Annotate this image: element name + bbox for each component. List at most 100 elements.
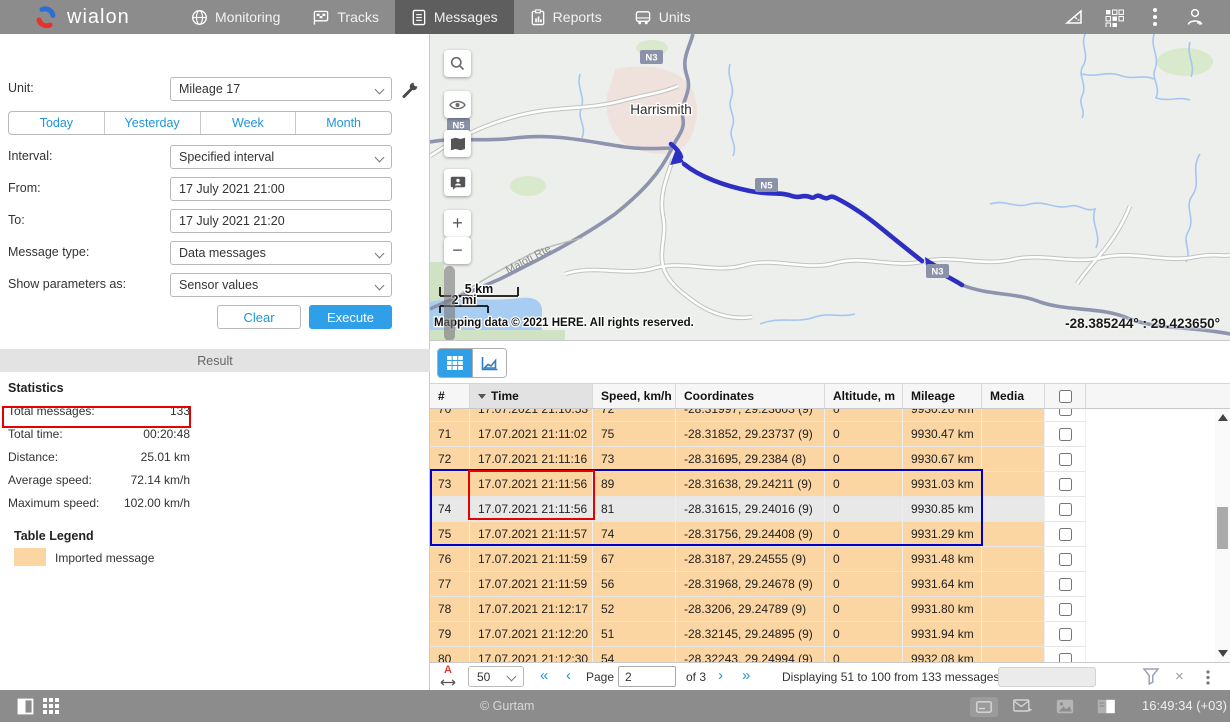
tab-tracks[interactable]: Tracks [296, 0, 394, 34]
clear-filter-icon[interactable]: × [1175, 668, 1184, 685]
wialon-logo[interactable]: wialon [0, 0, 175, 34]
table-row[interactable]: 7817.07.2021 21:12:1752-28.3206, 29.2478… [430, 597, 1086, 622]
reading-panel-icon[interactable] [1095, 697, 1117, 715]
show-params-select[interactable]: Sensor values [170, 273, 392, 297]
table-row[interactable]: 7017.07.2021 21:10:5372-28.31997, 29.236… [430, 409, 1086, 422]
row-checkbox[interactable] [1059, 603, 1072, 616]
tab-messages[interactable]: Messages [395, 0, 514, 34]
row-checkbox[interactable] [1059, 653, 1072, 663]
page-number-input[interactable] [618, 666, 676, 687]
week-button[interactable]: Week [201, 112, 297, 134]
yesterday-button[interactable]: Yesterday [105, 112, 201, 134]
row-checkbox[interactable] [1059, 453, 1072, 466]
row-checkbox[interactable] [1059, 478, 1072, 491]
from-input[interactable] [170, 177, 392, 201]
funnel-icon[interactable] [1142, 667, 1160, 686]
cell-time: 17.07.2021 21:11:57 [470, 522, 593, 547]
cell-alt: 0 [825, 522, 903, 547]
col-speed[interactable]: Speed, km/h [593, 384, 676, 408]
col-mileage[interactable]: Mileage [903, 384, 982, 408]
column-width-icon[interactable]: A [440, 665, 456, 689]
table-row[interactable]: 8017.07.2021 21:12:3054-28.32243, 29.249… [430, 647, 1086, 662]
kebab-menu-icon[interactable] [1142, 4, 1168, 30]
interval-select[interactable]: Specified interval [170, 145, 392, 169]
table-row[interactable]: 7417.07.2021 21:11:5681-28.31615, 29.240… [430, 497, 1086, 522]
chevron-down-icon [507, 672, 517, 682]
map-streetview-button[interactable] [444, 169, 471, 196]
imported-message-swatch [14, 548, 46, 566]
user-icon[interactable] [1182, 4, 1208, 30]
next-page-button[interactable]: › [718, 667, 723, 684]
cell-num: 71 [430, 422, 470, 447]
row-checkbox[interactable] [1059, 503, 1072, 516]
map-search-button[interactable] [444, 50, 471, 77]
month-button[interactable]: Month [296, 112, 391, 134]
row-checkbox[interactable] [1059, 428, 1072, 441]
row-checkbox[interactable] [1059, 578, 1072, 591]
apps-grid-icon[interactable] [1102, 4, 1128, 30]
grid-view-button[interactable] [438, 349, 472, 377]
more-options-icon[interactable] [1206, 670, 1210, 685]
table-row[interactable]: 7917.07.2021 21:12:2051-28.32145, 29.248… [430, 622, 1086, 647]
table-row[interactable]: 7517.07.2021 21:11:5774-28.31756, 29.244… [430, 522, 1086, 547]
row-checkbox[interactable] [1059, 628, 1072, 641]
wrench-icon[interactable] [401, 81, 420, 99]
row-checkbox[interactable] [1059, 553, 1072, 566]
chat-icon[interactable] [970, 697, 998, 717]
clear-button[interactable]: Clear [217, 305, 301, 329]
col-time[interactable]: Time [470, 384, 593, 408]
col-media[interactable]: Media [982, 384, 1045, 408]
table-row[interactable]: 7617.07.2021 21:11:5967-28.3187, 29.2455… [430, 547, 1086, 572]
table-row[interactable]: 7117.07.2021 21:11:0275-28.31852, 29.237… [430, 422, 1086, 447]
cell-coords: -28.31968, 29.24678 (9) [676, 572, 825, 597]
unit-select[interactable]: Mileage 17 [170, 77, 392, 101]
table-row[interactable]: 7317.07.2021 21:11:5689-28.31638, 29.242… [430, 472, 1086, 497]
scrollbar-thumb[interactable] [1217, 507, 1228, 549]
messages-sidebar: Unit: Mileage 17 Today Yesterday Week Mo… [0, 34, 430, 690]
ruler-icon[interactable] [1062, 4, 1088, 30]
map-visibility-button[interactable] [444, 91, 471, 118]
col-coordinates[interactable]: Coordinates [676, 384, 825, 408]
last-page-button[interactable]: » [742, 667, 750, 684]
cell-speed: 52 [593, 597, 676, 622]
filter-input[interactable] [998, 667, 1096, 687]
first-page-button[interactable]: « [540, 667, 548, 684]
select-all-checkbox[interactable] [1059, 390, 1072, 403]
cell-alt: 0 [825, 572, 903, 597]
scroll-down-icon[interactable] [1218, 650, 1228, 657]
gallery-icon[interactable] [1054, 697, 1076, 715]
zoom-in-button[interactable]: + [444, 210, 471, 237]
message-type-select[interactable]: Data messages [170, 241, 392, 265]
page-size-select[interactable]: 50 [468, 666, 524, 687]
map-layers-button[interactable] [444, 130, 471, 157]
wialon-logo-icon [33, 4, 59, 30]
zoom-out-button[interactable]: − [444, 237, 471, 264]
map[interactable]: Maloti Rte N3 N5 N5 N3 Harrismith [430, 34, 1230, 341]
tab-units[interactable]: Units [618, 0, 707, 34]
chart-view-button[interactable] [472, 349, 506, 377]
map-scrollbar-thumb[interactable] [444, 266, 455, 341]
table-row[interactable]: 7217.07.2021 21:11:1673-28.31695, 29.238… [430, 447, 1086, 472]
to-input[interactable] [170, 209, 392, 233]
table-row[interactable]: 7717.07.2021 21:11:5956-28.31968, 29.246… [430, 572, 1086, 597]
row-checkbox[interactable] [1059, 528, 1072, 541]
col-num[interactable]: # [430, 384, 470, 408]
cell-speed: 89 [593, 472, 676, 497]
apps-dots-icon[interactable] [40, 697, 62, 715]
table-scrollbar[interactable] [1215, 409, 1230, 662]
mail-notification-icon[interactable] [1012, 697, 1034, 715]
today-button[interactable]: Today [9, 112, 105, 134]
cell-media [982, 409, 1045, 422]
cell-media [982, 522, 1045, 547]
tab-reports[interactable]: Reports [514, 0, 618, 34]
scroll-up-icon[interactable] [1218, 414, 1228, 421]
row-checkbox[interactable] [1059, 409, 1072, 416]
prev-page-button[interactable]: ‹ [566, 667, 571, 684]
col-altitude[interactable]: Altitude, m [825, 384, 903, 408]
panel-toggle-icon[interactable] [14, 697, 36, 715]
cell-coords: -28.31852, 29.23737 (9) [676, 422, 825, 447]
tab-monitoring[interactable]: Monitoring [175, 0, 296, 34]
message-type-value: Data messages [179, 246, 266, 260]
result-header[interactable]: Result [0, 349, 430, 372]
execute-button[interactable]: Execute [309, 305, 392, 329]
